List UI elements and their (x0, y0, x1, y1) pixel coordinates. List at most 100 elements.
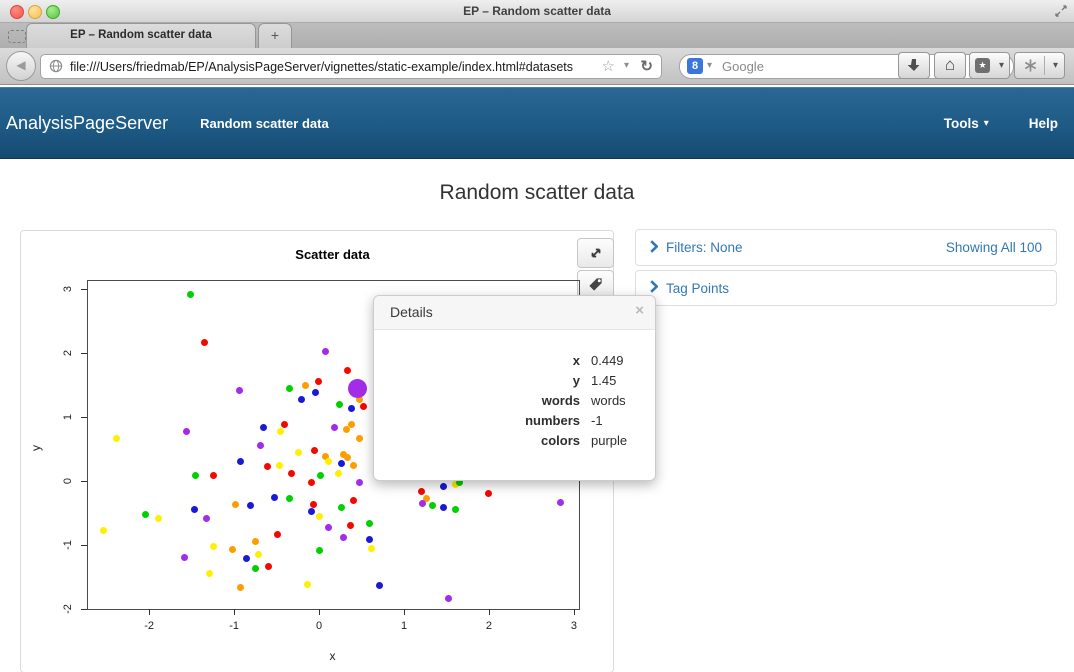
scatter-point[interactable] (298, 396, 305, 403)
scatter-point[interactable] (338, 504, 345, 511)
scatter-point[interactable] (316, 547, 323, 554)
scatter-point[interactable] (331, 424, 338, 431)
help-menu[interactable]: Help (1029, 116, 1058, 131)
scatter-point[interactable] (360, 403, 367, 410)
filters-label[interactable]: Filters: None (666, 240, 743, 255)
scatter-point[interactable] (445, 595, 452, 602)
url-text[interactable]: file:///Users/friedmab/EP/AnalysisPageSe… (70, 60, 606, 74)
scatter-point[interactable] (366, 536, 373, 543)
scatter-point[interactable] (100, 527, 107, 534)
scatter-point[interactable] (304, 581, 311, 588)
scatter-point[interactable] (322, 348, 329, 355)
scatter-point[interactable] (317, 472, 324, 479)
scatter-point[interactable] (356, 479, 363, 486)
tools-menu[interactable]: Tools (944, 116, 979, 131)
scatter-point[interactable] (265, 563, 272, 570)
scatter-point[interactable] (338, 460, 345, 467)
scatter-point[interactable] (286, 495, 293, 502)
scatter-point[interactable] (316, 513, 323, 520)
scatter-point[interactable] (236, 387, 243, 394)
scatter-point[interactable] (440, 483, 447, 490)
scatter-point[interactable] (311, 447, 318, 454)
scatter-point[interactable] (302, 382, 309, 389)
back-button[interactable]: ◀ (6, 51, 36, 81)
reload-icon[interactable]: ↻ (640, 57, 653, 75)
scatter-point[interactable] (419, 500, 426, 507)
scatter-point[interactable] (350, 462, 357, 469)
scatter-point[interactable] (257, 442, 264, 449)
scatter-point[interactable] (350, 497, 357, 504)
showing-all-status[interactable]: Showing All 100 (946, 240, 1042, 255)
bookmark-star-icon[interactable]: ☆ (602, 57, 615, 75)
scatter-point[interactable] (336, 401, 343, 408)
scatter-point[interactable] (343, 426, 350, 433)
scatter-point[interactable] (203, 515, 210, 522)
scatter-point[interactable] (440, 504, 447, 511)
downloads-button[interactable] (898, 52, 930, 79)
tag-points-label[interactable]: Tag Points (666, 281, 729, 296)
scatter-point[interactable] (252, 565, 259, 572)
scatter-point[interactable] (325, 524, 332, 531)
scatter-point[interactable] (557, 499, 564, 506)
scatter-point[interactable] (286, 385, 293, 392)
scatter-point[interactable] (348, 405, 355, 412)
scatter-point[interactable] (274, 531, 281, 538)
scatter-point[interactable] (232, 501, 239, 508)
scatter-point[interactable] (418, 488, 425, 495)
scatter-point[interactable] (356, 435, 363, 442)
scatter-point[interactable] (315, 378, 322, 385)
scatter-point[interactable] (237, 458, 244, 465)
scatter-point[interactable] (368, 545, 375, 552)
scatter-point[interactable] (191, 506, 198, 513)
new-tab-button[interactable]: + (258, 23, 292, 48)
close-icon[interactable]: × (635, 302, 644, 319)
home-button[interactable]: ⌂ (934, 52, 966, 79)
nav-item-random-scatter-data[interactable]: Random scatter data (200, 116, 329, 131)
scatter-point[interactable] (210, 543, 217, 550)
bookmarks-button[interactable]: ★ ▾ (969, 52, 1010, 79)
filters-accordion[interactable]: Filters: None Showing All 100 (635, 229, 1057, 266)
url-bar[interactable]: file:///Users/friedmab/EP/AnalysisPageSe… (40, 54, 662, 79)
brand-logo[interactable]: AnalysisPageServer (6, 113, 168, 134)
scatter-point[interactable] (264, 463, 271, 470)
scatter-point[interactable] (113, 435, 120, 442)
scatter-point[interactable] (308, 508, 315, 515)
addon-button[interactable]: ▾ (1014, 52, 1065, 79)
scatter-point[interactable] (281, 421, 288, 428)
scatter-point[interactable] (229, 546, 236, 553)
selected-scatter-point[interactable] (348, 379, 367, 398)
url-dropdown-icon[interactable]: ▾ (624, 60, 629, 71)
tab-active[interactable]: EP – Random scatter data (26, 23, 256, 48)
scatter-point[interactable] (295, 449, 302, 456)
scatter-point[interactable] (276, 462, 283, 469)
scatter-point[interactable] (485, 490, 492, 497)
scatter-point[interactable] (155, 515, 162, 522)
scatter-point[interactable] (192, 472, 199, 479)
scatter-point[interactable] (344, 454, 351, 461)
scatter-point[interactable] (344, 367, 351, 374)
scatter-point[interactable] (366, 520, 373, 527)
scatter-point[interactable] (243, 555, 250, 562)
scatter-point[interactable] (347, 522, 354, 529)
scatter-point[interactable] (335, 470, 342, 477)
scatter-point[interactable] (277, 428, 284, 435)
scatter-point[interactable] (271, 494, 278, 501)
google-logo-icon[interactable]: 8 (687, 58, 703, 74)
search-engine-dropdown-icon[interactable]: ▾ (707, 60, 712, 71)
scatter-point[interactable] (288, 470, 295, 477)
scatter-point[interactable] (325, 458, 332, 465)
scatter-point[interactable] (252, 538, 259, 545)
scatter-point[interactable] (206, 570, 213, 577)
fullscreen-icon[interactable] (1054, 4, 1068, 23)
scatter-point[interactable] (340, 534, 347, 541)
expand-plot-button[interactable] (577, 238, 614, 268)
scatter-point[interactable] (237, 584, 244, 591)
scatter-point[interactable] (247, 502, 254, 509)
scatter-point[interactable] (310, 501, 317, 508)
scatter-point[interactable] (312, 389, 319, 396)
scatter-point[interactable] (210, 472, 217, 479)
scatter-point[interactable] (255, 551, 262, 558)
scatter-point[interactable] (429, 502, 436, 509)
tab-groups-icon[interactable] (8, 30, 26, 43)
scatter-point[interactable] (201, 339, 208, 346)
